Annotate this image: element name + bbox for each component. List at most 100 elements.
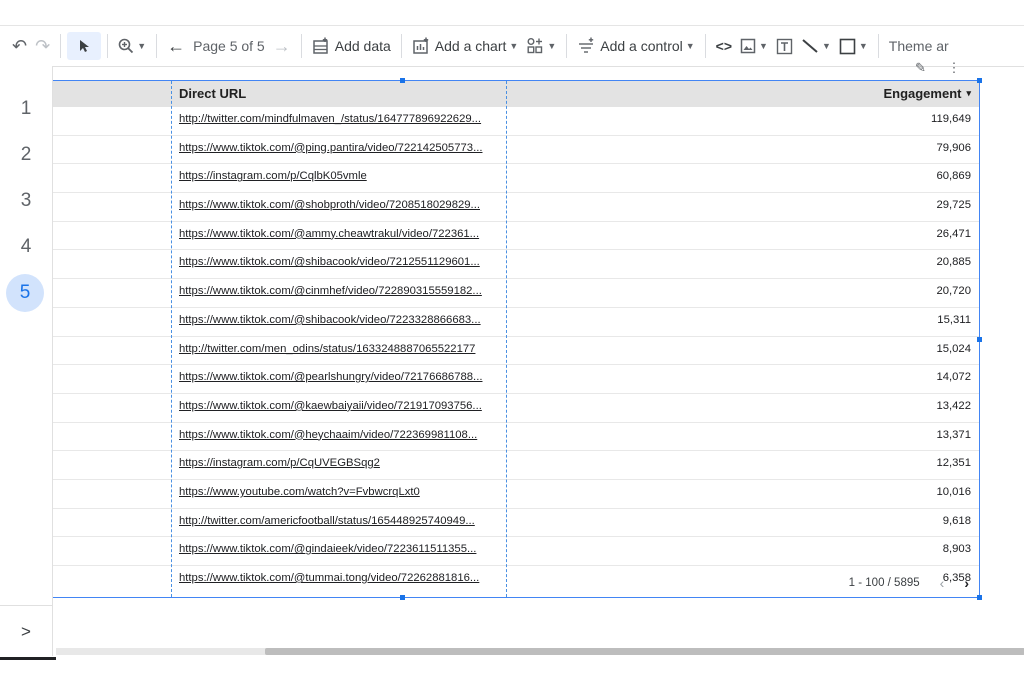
chevron-down-icon: ▼ xyxy=(547,41,557,51)
toolbar-divider xyxy=(60,34,62,58)
line-button[interactable]: ▼ xyxy=(797,32,835,60)
shape-button[interactable]: ▼ xyxy=(835,32,872,60)
add-data-button[interactable]: Add data xyxy=(308,32,395,60)
row-engagement-value: 60,869 xyxy=(936,170,971,183)
row-engagement-value: 14,072 xyxy=(936,371,971,384)
page-item-4[interactable]: 4 xyxy=(0,236,52,258)
page-item-1[interactable]: 1 xyxy=(0,98,52,120)
text-box-button[interactable] xyxy=(772,32,797,60)
row-url-link[interactable]: https://www.tiktok.com/@cinmhef/video/72… xyxy=(179,285,499,297)
row-engagement-value: 13,422 xyxy=(936,399,971,412)
row-url-link[interactable]: https://www.tiktok.com/@shibacook/video/… xyxy=(179,314,499,326)
row-engagement-value: 15,024 xyxy=(936,342,971,355)
undo-button[interactable]: ↶ xyxy=(8,32,31,60)
add-chart-icon xyxy=(413,37,428,54)
redo-button[interactable]: ↷ xyxy=(31,32,54,60)
table-row: https://instagram.com/p/CqlbK05vmle 60,86… xyxy=(53,164,979,194)
resize-handle-bottom[interactable] xyxy=(400,595,405,600)
rectangle-icon xyxy=(839,38,856,54)
add-chart-label: Add a chart xyxy=(434,38,507,54)
add-data-label: Add data xyxy=(334,38,391,54)
toolbar-divider xyxy=(156,34,158,58)
pointer-icon xyxy=(80,40,90,52)
row-engagement-value: 119,649 xyxy=(931,113,971,125)
column-header-url[interactable]: Direct URL xyxy=(179,86,246,101)
table-header: Direct URL Engagement ▾ xyxy=(53,81,979,107)
page-item-2[interactable]: 2 xyxy=(0,144,52,166)
row-url-link[interactable]: https://www.tiktok.com/@gindaieek/video/… xyxy=(179,543,499,555)
row-url-link[interactable]: https://www.tiktok.com/@ping.pantira/vid… xyxy=(179,142,499,154)
data-table[interactable]: Direct URL Engagement ▾ http://twitter.c… xyxy=(53,78,982,600)
row-url-link[interactable]: http://twitter.com/americfootball/status… xyxy=(179,515,499,527)
table-body: http://twitter.com/mindfulmaven_/status/… xyxy=(53,107,979,594)
add-chart-button[interactable]: Add a chart ▼ xyxy=(408,32,523,60)
table-row: https://www.tiktok.com/@heychaaim/video/… xyxy=(53,423,979,452)
more-vert-icon[interactable]: ⋮ xyxy=(948,60,961,75)
column-divider[interactable] xyxy=(171,81,172,597)
arrow-left-icon: ← xyxy=(167,35,186,56)
table-row: http://twitter.com/americfootball/status… xyxy=(53,509,979,538)
resize-handle-right[interactable] xyxy=(977,337,982,342)
row-url-link[interactable]: https://www.tiktok.com/@ammy.cheawtrakul… xyxy=(179,228,499,240)
add-control-label: Add a control xyxy=(600,38,683,54)
row-url-link[interactable]: https://www.tiktok.com/@shibacook/video/… xyxy=(179,256,499,268)
bottom-indicator xyxy=(0,657,56,660)
table-row: https://www.tiktok.com/@ammy.cheawtrakul… xyxy=(53,222,979,251)
prev-rows-icon[interactable]: ‹ xyxy=(940,575,945,591)
row-url-link[interactable]: https://www.tiktok.com/@pearlshungry/vid… xyxy=(179,371,499,383)
add-control-button[interactable]: Add a control ▼ xyxy=(573,32,698,60)
zoom-in-icon xyxy=(118,38,134,54)
row-url-link[interactable]: https://instagram.com/p/CqlbK05vmle xyxy=(179,170,499,182)
table-row: https://www.tiktok.com/@ping.pantira/vid… xyxy=(53,136,979,165)
row-engagement-value: 20,720 xyxy=(936,285,971,298)
image-icon xyxy=(740,38,756,54)
page-navigation-rail: 1 2 3 4 5 xyxy=(0,66,53,656)
table-row: https://www.tiktok.com/@pearlshungry/vid… xyxy=(53,365,979,394)
chevron-down-icon: ▼ xyxy=(685,41,695,51)
row-url-link[interactable]: http://twitter.com/men_odins/status/1633… xyxy=(179,343,499,355)
table-row: https://www.tiktok.com/@gindaieek/video/… xyxy=(53,537,979,566)
theme-layout-button[interactable]: Theme ar xyxy=(885,32,953,60)
code-icon: <> xyxy=(715,38,733,54)
page-item-5[interactable]: 5 xyxy=(6,274,44,312)
edit-pencil-icon[interactable]: ✎ xyxy=(915,60,926,75)
horizontal-scrollbar-thumb[interactable] xyxy=(265,648,1024,655)
toolbar-divider xyxy=(400,34,402,58)
next-rows-icon[interactable]: › xyxy=(964,575,969,591)
line-icon xyxy=(802,39,818,53)
row-engagement-value: 15,311 xyxy=(937,313,971,326)
row-engagement-value: 10,016 xyxy=(936,485,971,498)
add-component-button[interactable]: ▼ xyxy=(522,32,560,60)
next-page-button[interactable]: → xyxy=(269,32,295,60)
pagination-range: 1 - 100 / 5895 xyxy=(848,577,920,589)
row-url-link[interactable]: https://instagram.com/p/CqUVEGBSqg2 xyxy=(179,457,499,469)
resize-handle-bottom-right[interactable] xyxy=(977,595,982,600)
prev-page-button[interactable]: ← xyxy=(163,32,189,60)
select-tool-button[interactable] xyxy=(67,32,102,60)
column-header-engagement[interactable]: Engagement ▾ xyxy=(883,86,971,101)
row-url-link[interactable]: https://www.tiktok.com/@kaewbaiyaii/vide… xyxy=(179,400,499,412)
row-url-link[interactable]: http://twitter.com/mindfulmaven_/status/… xyxy=(179,113,499,125)
image-button[interactable]: ▼ xyxy=(736,32,772,60)
resize-handle-top-right[interactable] xyxy=(977,78,982,83)
column-divider[interactable] xyxy=(506,81,507,597)
toolbar: ↶ ↷ ▼ ← Page 5 of 5 → Add data Add a cha… xyxy=(0,25,1024,67)
embed-code-button[interactable]: <> xyxy=(712,32,736,60)
row-url-link[interactable]: https://www.youtube.com/watch?v=FvbwcrqL… xyxy=(179,486,499,498)
chart-toolbar: ✎ ⋮ xyxy=(915,60,979,76)
toolbar-divider xyxy=(107,34,109,58)
chevron-down-icon: ▼ xyxy=(509,41,519,51)
row-url-link[interactable]: https://www.tiktok.com/@heychaaim/video/… xyxy=(179,429,499,441)
table-row: https://www.tiktok.com/@shobproth/video/… xyxy=(53,193,979,222)
page-label: Page 5 of 5 xyxy=(193,38,265,54)
add-component-icon xyxy=(527,38,543,54)
chevron-down-icon: ▼ xyxy=(137,41,147,51)
resize-handle-top[interactable] xyxy=(400,78,405,83)
table-row: https://www.tiktok.com/@shibacook/video/… xyxy=(53,308,979,337)
zoom-button[interactable]: ▼ xyxy=(114,32,150,60)
page-item-3[interactable]: 3 xyxy=(0,190,52,212)
toolbar-divider xyxy=(300,34,302,58)
row-url-link[interactable]: https://www.tiktok.com/@shobproth/video/… xyxy=(179,199,499,211)
expand-rail-button[interactable]: > xyxy=(0,605,52,658)
row-url-link[interactable]: https://www.tiktok.com/@tummai.tong/vide… xyxy=(179,572,499,584)
